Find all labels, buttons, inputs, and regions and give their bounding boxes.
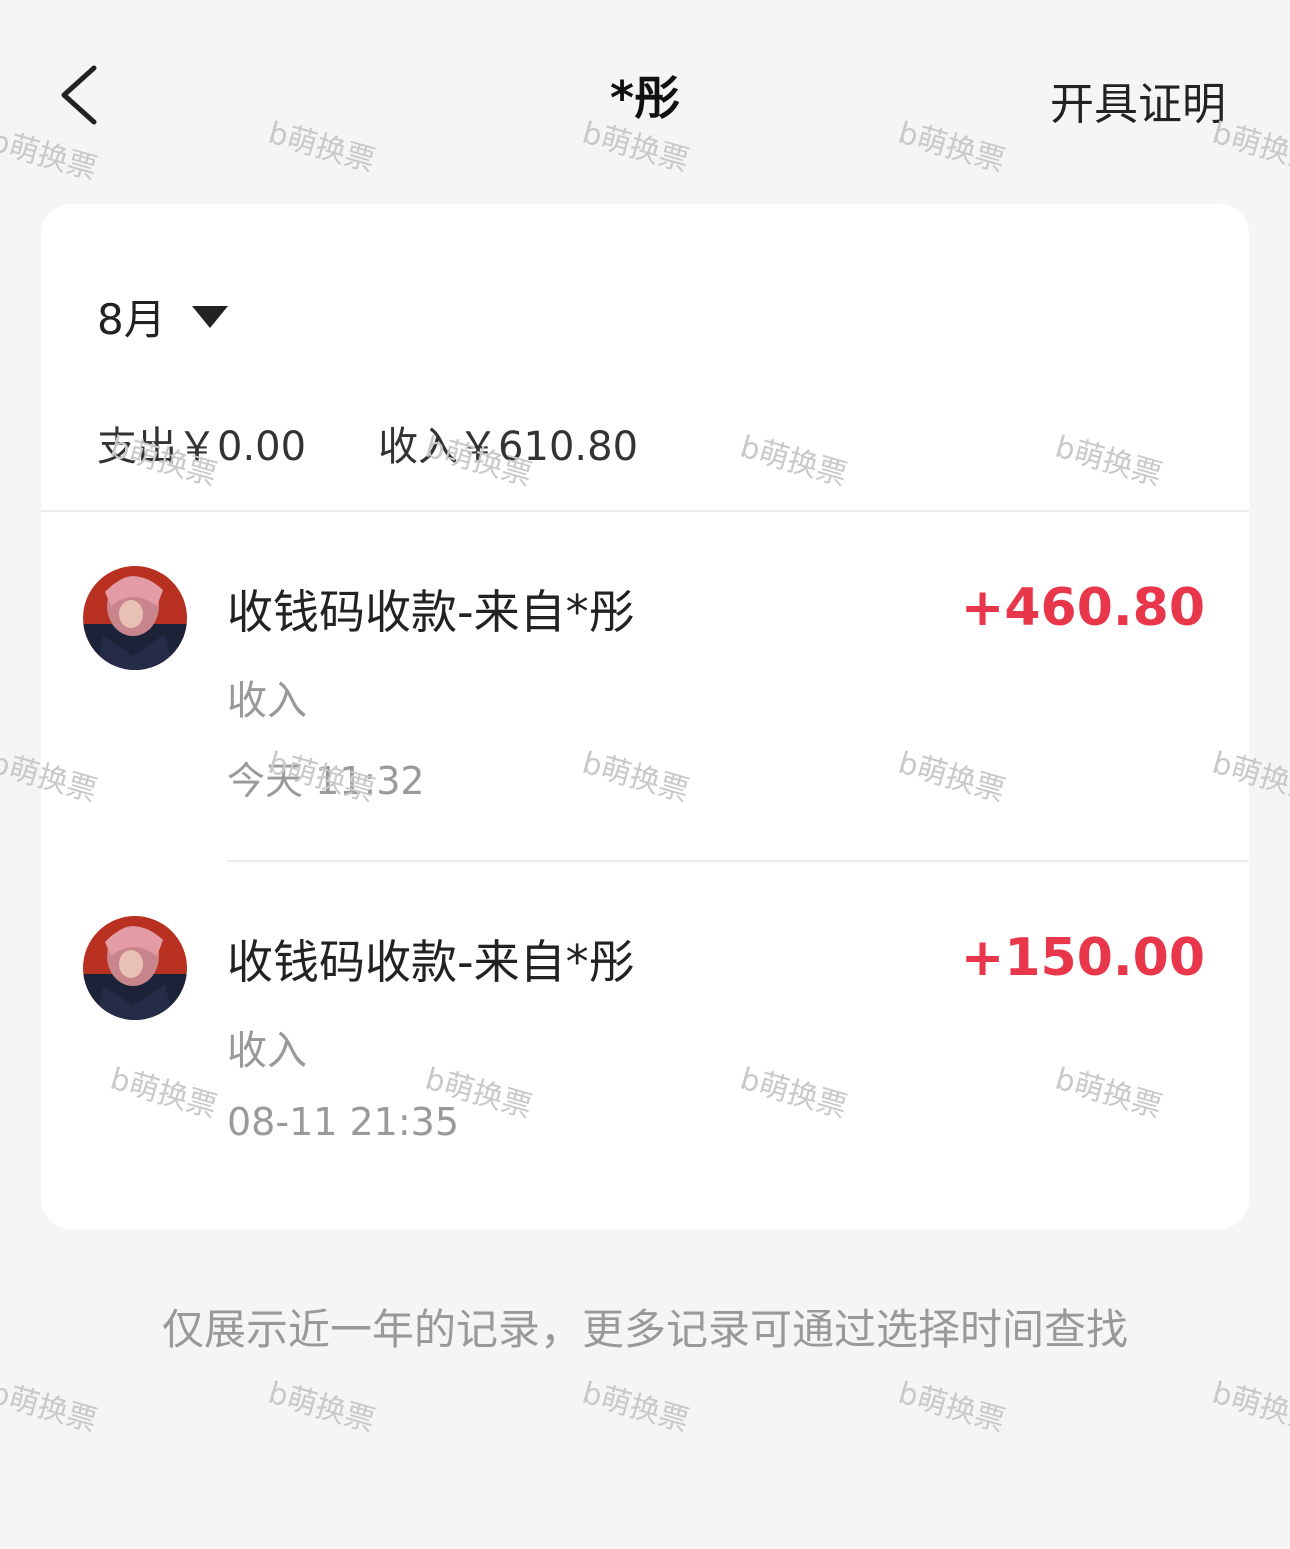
row-divider xyxy=(227,860,1249,862)
month-selector[interactable]: 8月 xyxy=(97,286,228,347)
caret-down-icon xyxy=(191,305,228,328)
transaction-amount: +150.00 xyxy=(960,928,1205,988)
month-label: 8月 xyxy=(97,295,166,344)
transaction-amount: +460.80 xyxy=(960,578,1205,638)
avatar xyxy=(83,566,187,670)
transaction-time: 今天 11:32 xyxy=(227,759,425,803)
top-bar: *彤 开具证明 xyxy=(0,0,1290,190)
transaction-type: 收入 xyxy=(227,678,307,724)
transaction-title: 收钱码收款-来自*彤 xyxy=(227,585,635,639)
expense-total: 支出￥0.00 xyxy=(97,424,307,470)
watermark: b萌换票 xyxy=(1208,1375,1290,1440)
transactions-card: 8月 支出￥0.00 收入￥610.80 收钱码收款-来自*彤 收入 今天 11… xyxy=(41,204,1249,1229)
issue-certificate-button[interactable]: 开具证明 xyxy=(1050,68,1226,132)
transaction-row[interactable]: 收钱码收款-来自*彤 收入 今天 11:32 +460.80 xyxy=(41,512,1249,862)
transaction-title: 收钱码收款-来自*彤 xyxy=(227,935,635,989)
watermark: b萌换票 xyxy=(578,1375,693,1440)
transaction-row[interactable]: 收钱码收款-来自*彤 收入 08-11 21:35 +150.00 xyxy=(41,864,1249,1214)
history-note: 仅展示近一年的记录，更多记录可通过选择时间查找 xyxy=(161,1305,1128,1354)
avatar xyxy=(83,916,187,1020)
month-summary: 支出￥0.00 收入￥610.80 xyxy=(97,414,638,472)
income-total: 收入￥610.80 xyxy=(378,424,639,470)
watermark: b萌换票 xyxy=(0,1375,101,1440)
watermark: b萌换票 xyxy=(894,1375,1009,1440)
watermark: b萌换票 xyxy=(264,1375,379,1440)
transaction-time: 08-11 21:35 xyxy=(227,1100,460,1144)
transaction-type: 收入 xyxy=(227,1028,307,1074)
